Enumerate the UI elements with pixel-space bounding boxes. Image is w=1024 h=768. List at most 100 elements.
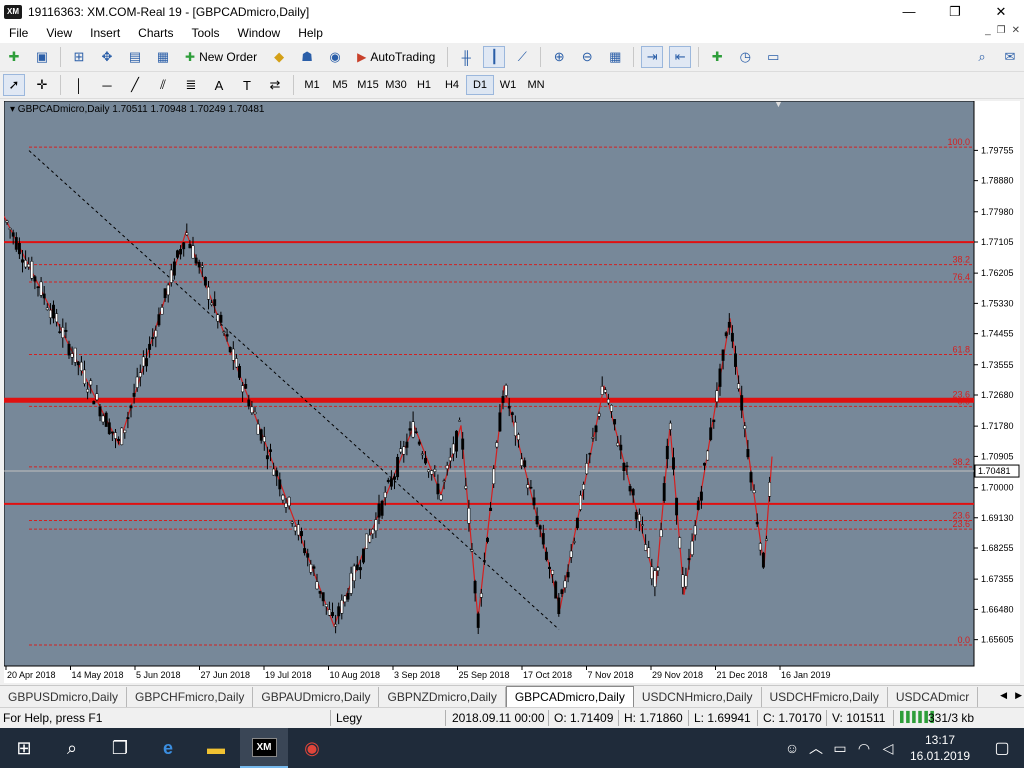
chat-button[interactable]: ✉ (999, 46, 1021, 68)
line-chart-button[interactable]: ⟋ (511, 46, 533, 68)
wifi-icon[interactable]: ◠ (852, 740, 876, 757)
vps-button[interactable]: ◉ (324, 46, 346, 68)
metaeditor-button[interactable]: ◆ (268, 46, 290, 68)
timeframe-m15[interactable]: M15 (354, 75, 382, 95)
menu-window[interactable]: Window (229, 26, 290, 40)
minimize-button[interactable]: — (886, 0, 932, 23)
text-label-button[interactable]: T (236, 74, 258, 96)
price-label: 1.75330 (981, 298, 1014, 308)
terminal-button[interactable]: ▦ (152, 46, 174, 68)
candlestick-button[interactable]: ┃ (483, 46, 506, 68)
candle-body (166, 284, 170, 296)
chart-shift-button[interactable]: ⇤ (669, 46, 692, 68)
candle-body (244, 384, 248, 389)
search-button[interactable]: ⌕ (971, 46, 993, 68)
task-view-icon[interactable]: ❐ (96, 728, 144, 768)
tab-scroll-left-icon[interactable]: ◀ (1000, 690, 1007, 701)
candle-body (703, 462, 706, 466)
menu-tools[interactable]: Tools (183, 26, 229, 40)
timeframe-mn[interactable]: MN (522, 75, 550, 95)
candle-body (752, 490, 756, 493)
tray-chevron-icon[interactable]: ︿ (804, 738, 828, 758)
candle-body (479, 593, 483, 598)
file-explorer-icon[interactable]: ▬ (192, 728, 240, 768)
data-window-button[interactable]: ✥ (96, 46, 118, 68)
mdi-minimize-button[interactable]: _ (985, 25, 991, 36)
tab-usdcad[interactable]: USDCADmicr (888, 687, 979, 707)
zoom-in-button[interactable]: ⊕ (548, 46, 570, 68)
cursor-tool-button[interactable]: ➚ (3, 74, 25, 96)
arrows-button[interactable]: ⇄ (264, 74, 286, 96)
tab-gbpcad[interactable]: GBPCADmicro,Daily (505, 686, 634, 707)
windows-start-icon[interactable]: ⊞ (0, 728, 48, 768)
candle-body (517, 434, 520, 441)
volume-icon[interactable]: ◁ (876, 740, 900, 757)
menu-insert[interactable]: Insert (81, 26, 129, 40)
candle-body (141, 356, 145, 367)
navigator-button[interactable]: ▤ (124, 46, 146, 68)
timeframe-m1[interactable]: M1 (298, 75, 326, 95)
text-tool-button[interactable]: A (208, 74, 230, 96)
price-label: 1.76205 (981, 268, 1014, 278)
chrome-icon[interactable]: ◉ (288, 728, 336, 768)
tab-scroll-right-icon[interactable]: ▶ (1015, 690, 1022, 701)
templates-button[interactable]: ▭ (762, 46, 784, 68)
search-icon[interactable]: ⌕ (48, 728, 96, 768)
candle-body (690, 540, 694, 555)
tile-windows-button[interactable]: ▦ (604, 46, 626, 68)
timeframe-m5[interactable]: M5 (326, 75, 354, 95)
auto-scroll-button[interactable]: ⇥ (641, 46, 664, 68)
auto-trading-button[interactable]: ▶ AutoTrading (352, 46, 440, 68)
taskbar-clock[interactable]: 13:17 16.01.2019 (900, 732, 980, 764)
profiles-button[interactable]: ▣ (31, 46, 53, 68)
menu-view[interactable]: View (37, 26, 81, 40)
timeframe-d1[interactable]: D1 (466, 75, 494, 95)
timeframe-m30[interactable]: M30 (382, 75, 410, 95)
candle-body (442, 480, 446, 482)
tab-gbpnzd[interactable]: GBPNZDmicro,Daily (379, 687, 506, 707)
candle-body (510, 412, 514, 415)
xm-terminal-icon[interactable]: XM (240, 728, 288, 768)
zoom-out-button[interactable]: ⊖ (576, 46, 598, 68)
price-label: 1.71780 (981, 421, 1014, 431)
timeframe-h4[interactable]: H4 (438, 75, 466, 95)
tab-usdchf[interactable]: USDCHFmicro,Daily (762, 687, 888, 707)
candle-body (424, 457, 427, 464)
crosshair-tool-button[interactable]: ✛ (31, 74, 53, 96)
market-watch-button[interactable]: ⊞ (68, 46, 90, 68)
battery-icon[interactable]: ▭ (828, 740, 852, 757)
new-order-button[interactable]: ✚ New Order (180, 46, 262, 68)
tab-gbpchf[interactable]: GBPCHFmicro,Daily (127, 687, 254, 707)
mdi-restore-button[interactable]: ❐ (997, 25, 1006, 36)
trendline-button[interactable]: ╱ (124, 74, 146, 96)
notification-icon[interactable]: ▢ (980, 738, 1024, 758)
candle-body (45, 307, 49, 310)
fibonacci-button[interactable]: ≣ (180, 74, 202, 96)
people-icon[interactable]: ☺ (780, 740, 804, 756)
periods-button[interactable]: ◷ (734, 46, 756, 68)
vertical-line-button[interactable]: │ (68, 74, 90, 96)
equidistant-channel-button[interactable]: ⫽ (152, 74, 174, 96)
signals-button[interactable]: ☗ (296, 46, 318, 68)
candle-body (600, 386, 604, 395)
bar-chart-button[interactable]: ╫ (455, 46, 477, 68)
edge-icon[interactable]: e (144, 728, 192, 768)
close-button[interactable]: ✕ (978, 0, 1024, 23)
menu-file[interactable]: File (0, 26, 37, 40)
tab-gbpaud[interactable]: GBPAUDmicro,Daily (253, 687, 380, 707)
price-chart[interactable]: ▾ GBPCADmicro,Daily 1.70511 1.70948 1.70… (4, 101, 1020, 683)
indicators-button[interactable]: ✚ (706, 46, 728, 68)
tab-usdcnh[interactable]: USDCNHmicro,Daily (634, 687, 762, 707)
zoom-in-icon: ⊕ (553, 49, 565, 64)
mdi-close-button[interactable]: ✕ (1012, 25, 1020, 36)
chart-plot-area (4, 101, 975, 667)
tab-gbpusd[interactable]: GBPUSDmicro,Daily (0, 687, 128, 707)
menu-charts[interactable]: Charts (129, 26, 182, 40)
candle-body (79, 361, 83, 372)
new-chart-button[interactable]: ✚ (3, 46, 25, 68)
menu-help[interactable]: Help (289, 26, 332, 40)
timeframe-w1[interactable]: W1 (494, 75, 522, 95)
horizontal-line-button[interactable]: ─ (96, 74, 118, 96)
timeframe-h1[interactable]: H1 (410, 75, 438, 95)
maximize-button[interactable]: ❐ (932, 0, 978, 23)
